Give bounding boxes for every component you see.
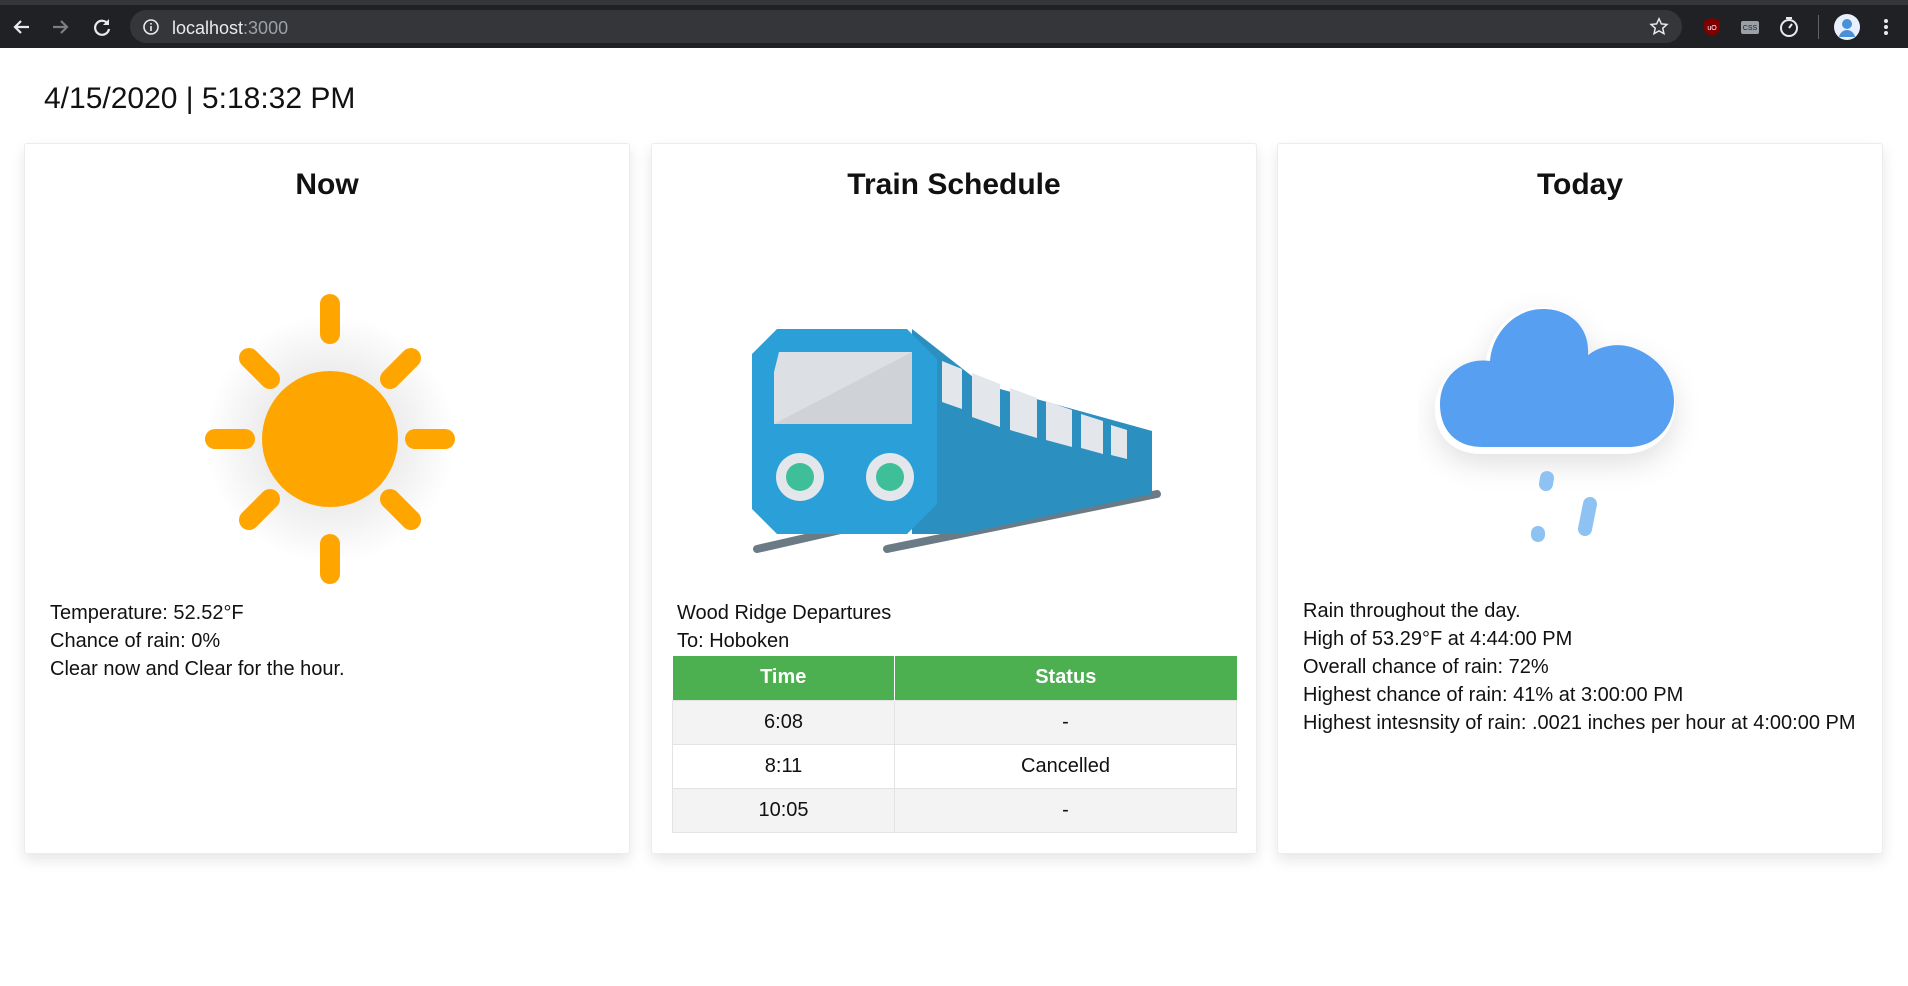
train-schedule-table: Time Status 6:08 - 8:11 Cancelled 10:05 … <box>672 656 1237 833</box>
now-card: Now Temperature: 52.52°F Chance of rain:… <box>24 143 630 854</box>
status-cell: - <box>894 699 1237 745</box>
datetime-header: 4/15/2020 | 5:18:32 PM <box>44 82 356 115</box>
highest-rain-intensity: Highest intesnsity of rain: .0021 inches… <box>1303 712 1856 734</box>
svg-text:CSS: CSS <box>1743 25 1758 32</box>
url-port: :3000 <box>243 18 289 38</box>
highest-rain-chance: Highest chance of rain: 41% at 3:00:00 P… <box>1303 684 1684 706</box>
train-title: Train Schedule <box>847 168 1061 201</box>
overall-rain-chance: Overall chance of rain: 72% <box>1303 656 1549 678</box>
today-details: Rain throughout the day. High of 53.29°F… <box>1303 597 1856 737</box>
menu-icon[interactable] <box>1874 15 1898 39</box>
today-card: Today Rain throughout the day. High of 5… <box>1277 143 1883 854</box>
timer-icon[interactable] <box>1777 15 1801 39</box>
time-cell: 6:08 <box>672 699 895 745</box>
time-cell: 8:11 <box>672 743 895 789</box>
forward-icon[interactable] <box>46 13 74 41</box>
ublock-icon[interactable]: uO <box>1700 15 1724 39</box>
high-temp-text: High of 53.29°F at 4:44:00 PM <box>1303 628 1573 650</box>
column-header-time: Time <box>672 656 895 700</box>
rain-chance-text: Chance of rain: 0% <box>50 630 221 652</box>
train-card: Train Schedule Wood Ridge Departures To:… <box>651 143 1257 854</box>
info-icon[interactable] <box>142 18 160 41</box>
now-details: Temperature: 52.52°F Chance of rain: 0% … <box>50 599 345 683</box>
sun-graphic <box>175 249 485 614</box>
destination-label: To: Hoboken <box>677 630 790 652</box>
train-info: Wood Ridge Departures To: Hoboken <box>677 599 891 655</box>
status-cell: - <box>894 787 1237 833</box>
time-cell: 10:05 <box>672 787 895 833</box>
table-header-row: Time Status <box>672 656 1237 700</box>
summary-text: Clear now and Clear for the hour. <box>50 658 345 680</box>
status-cell: Cancelled <box>894 743 1237 789</box>
table-row: 6:08 - <box>672 699 1237 745</box>
browser-toolbar: localhost:3000 uO CSS <box>0 0 1908 48</box>
column-header-status: Status <box>894 656 1237 700</box>
temperature-text: Temperature: 52.52°F <box>50 602 244 624</box>
url-host: localhost <box>172 18 244 38</box>
forecast-summary: Rain throughout the day. <box>1303 600 1521 622</box>
toolbar-divider <box>1818 15 1819 39</box>
address-bar[interactable]: localhost:3000 <box>130 10 1682 43</box>
train-icon <box>747 304 1167 569</box>
css-extension-icon[interactable]: CSS <box>1738 15 1762 39</box>
today-title: Today <box>1536 168 1624 201</box>
departures-label: Wood Ridge Departures <box>677 602 892 624</box>
star-icon[interactable] <box>1648 16 1670 43</box>
back-icon[interactable] <box>8 13 36 41</box>
table-row: 10:05 - <box>672 787 1237 833</box>
now-title: Now <box>295 168 359 201</box>
profile-avatar[interactable] <box>1833 13 1861 41</box>
url-text[interactable]: localhost:3000 <box>172 18 288 39</box>
svg-text:uO: uO <box>1707 25 1717 32</box>
table-row: 8:11 Cancelled <box>672 743 1237 789</box>
reload-icon[interactable] <box>88 13 116 41</box>
rain-cloud-icon <box>1418 249 1738 614</box>
